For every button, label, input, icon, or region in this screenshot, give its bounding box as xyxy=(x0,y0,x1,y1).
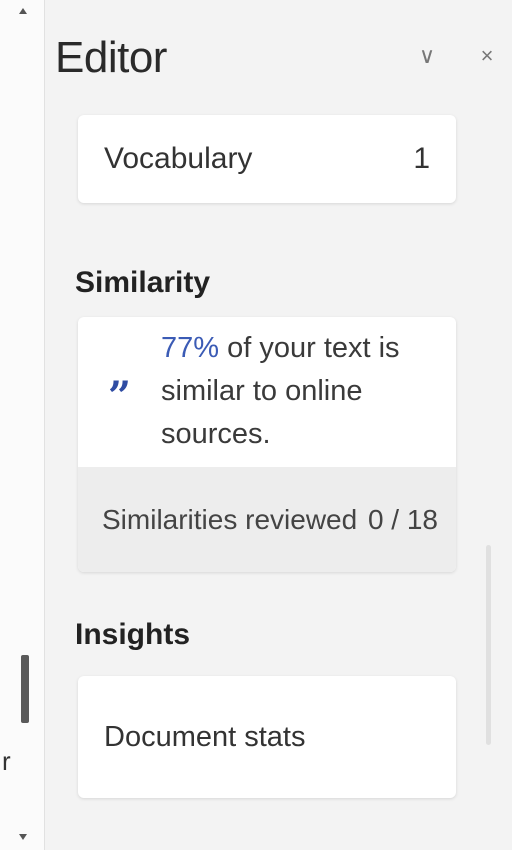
document-stats-label: Document stats xyxy=(104,720,306,753)
similarities-reviewed-count: 0 / 18 xyxy=(367,503,438,535)
vocabulary-card[interactable]: Vocabulary 1 xyxy=(78,115,456,203)
similarities-reviewed-row[interactable]: Similarities reviewed 0 / 18 xyxy=(78,467,456,572)
document-text-fragment: r xyxy=(2,746,11,776)
close-icon[interactable]: × xyxy=(473,42,501,70)
scroll-up-icon[interactable] xyxy=(19,8,27,14)
document-scrollbar-thumb[interactable] xyxy=(21,655,29,723)
scroll-down-icon[interactable] xyxy=(19,834,27,840)
quote-icon: ” xyxy=(108,373,132,420)
editor-title: Editor xyxy=(55,33,167,82)
editor-pane: Editor ∨ × Vocabulary 1 Similarity ” 77%… xyxy=(45,0,512,850)
vocabulary-label: Vocabulary xyxy=(104,142,253,175)
chevron-down-icon[interactable]: ∨ xyxy=(413,42,441,70)
similarity-card[interactable]: ” 77% of your text is similar to online … xyxy=(78,317,456,572)
similarity-summary: ” 77% of your text is similar to online … xyxy=(78,317,456,467)
similarity-percent: 77% xyxy=(161,332,220,364)
similarity-section-title: Similarity xyxy=(75,266,211,299)
document-stats-card[interactable]: Document stats xyxy=(78,676,456,798)
document-edge-strip: r xyxy=(0,0,45,850)
similarities-reviewed-label: Similarities reviewed xyxy=(102,503,358,535)
insights-section-title: Insights xyxy=(75,618,191,651)
similarity-message: 77% of your text is similar to online so… xyxy=(161,327,431,456)
pane-scrollbar[interactable] xyxy=(486,545,491,745)
vocabulary-count: 1 xyxy=(413,142,430,175)
